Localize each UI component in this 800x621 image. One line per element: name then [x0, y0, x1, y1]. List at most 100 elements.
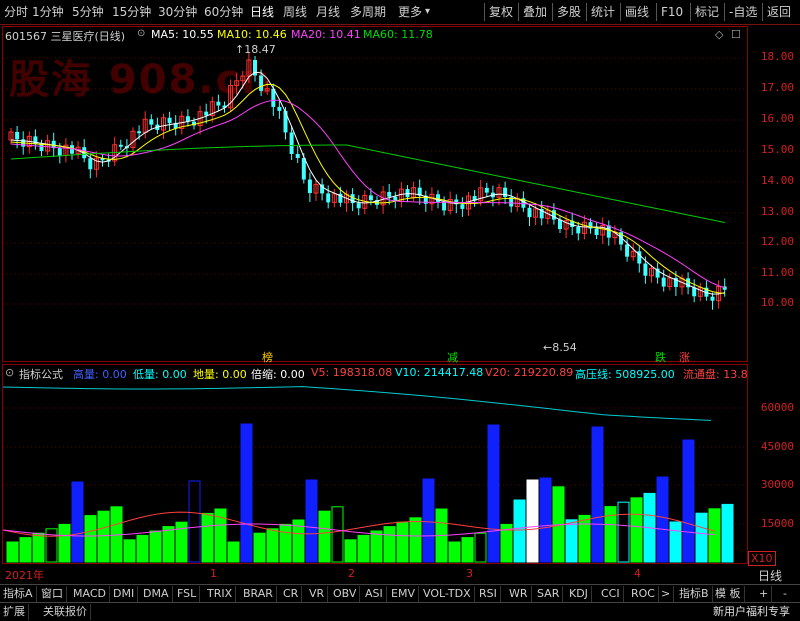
volume-bar: [58, 523, 71, 563]
tab-kdj[interactable]: KDJ: [566, 586, 592, 602]
statistics-button[interactable]: 统计: [586, 3, 615, 21]
candle-body: [387, 191, 392, 197]
candle-body: [326, 193, 331, 203]
diamond-icon[interactable]: ◇: [715, 28, 723, 41]
volume-bar: [318, 510, 331, 563]
tab-sar[interactable]: SAR: [534, 586, 564, 602]
new-user-promo-link[interactable]: 新用户福利专享: [710, 604, 793, 620]
tag-reduce: 减: [447, 351, 458, 364]
tab-dmi[interactable]: DMI: [110, 586, 139, 602]
volume-indicator-chart[interactable]: ⊙ 指标公式 高量: 0.00 低量: 0.00 地量: 0.00 倍缩: 0.…: [2, 364, 748, 564]
candle-body: [88, 158, 93, 170]
tab-30min[interactable]: 30分钟: [158, 3, 197, 21]
tab-cci[interactable]: CCI: [598, 586, 624, 602]
tab-vol-tdx[interactable]: VOL-TDX: [420, 586, 475, 602]
volume-bar: [201, 512, 214, 563]
back-button[interactable]: 返回: [762, 3, 791, 21]
tab-60min[interactable]: 60分钟: [204, 3, 243, 21]
expand-button[interactable]: 扩展: [0, 604, 29, 620]
tab-template[interactable]: 模 板: [712, 586, 745, 602]
tab-brar[interactable]: BRAR: [240, 586, 277, 602]
window-icon[interactable]: ☐: [731, 28, 741, 41]
overlay-button[interactable]: 叠加: [518, 3, 547, 21]
tab-fsl[interactable]: FSL: [174, 586, 201, 602]
tab-5min[interactable]: 5分钟: [72, 3, 104, 21]
tab-window[interactable]: 窗口: [38, 586, 67, 602]
mark-button[interactable]: 标记: [690, 3, 719, 21]
candlestick-canvas: [3, 53, 747, 310]
tab-indicator-a[interactable]: 指标A: [0, 586, 37, 602]
tab-trix[interactable]: TRIX: [204, 586, 237, 602]
price-tick: 18.00: [760, 50, 794, 63]
low-volume-readout: 低量: 0.00: [133, 368, 187, 381]
volume-bar: [227, 541, 240, 563]
tab-asi[interactable]: ASI: [362, 586, 387, 602]
volume-bar: [695, 512, 708, 563]
volume-bar: [669, 521, 682, 563]
tab-macd[interactable]: MACD: [70, 586, 110, 602]
tabs-more-arrow[interactable]: >: [658, 586, 675, 602]
tab-more[interactable]: 更多: [398, 3, 422, 21]
volume-bar: [188, 480, 201, 563]
period-indicator[interactable]: 日线: [758, 567, 782, 584]
candle-body: [167, 117, 172, 124]
tab-multi-period[interactable]: 多周期: [350, 3, 386, 21]
tab-weekly[interactable]: 周线: [283, 3, 307, 21]
tab-dma[interactable]: DMA: [140, 586, 173, 602]
candle-body: [216, 101, 221, 106]
candle-body: [661, 277, 666, 287]
volume-bar: [97, 510, 110, 563]
date-axis: 2021年 1 2 3 4: [2, 566, 748, 582]
settings-icon[interactable]: ⊙: [137, 28, 145, 39]
candle-body: [503, 187, 508, 198]
ma60-line: [10, 144, 725, 223]
add-favorite-button[interactable]: -自选: [724, 3, 757, 21]
volume-bar: [253, 532, 266, 563]
tab-monthly[interactable]: 月线: [316, 3, 340, 21]
candle-body: [15, 132, 20, 140]
volume-tick: 30000: [760, 478, 794, 491]
draw-line-button[interactable]: 画线: [620, 3, 649, 21]
candle-body: [606, 225, 611, 238]
volume-bar: [370, 530, 383, 563]
tab-vr[interactable]: VR: [306, 586, 329, 602]
tab-1min[interactable]: 1分钟: [32, 3, 64, 21]
float-shares-readout: 流通盘: 13.8: [683, 368, 748, 381]
indicator-title[interactable]: 指标公式: [19, 366, 63, 382]
related-quotes-button[interactable]: 关联报价: [40, 604, 91, 620]
footer-bar: 扩展 关联报价 新用户福利专享: [0, 602, 800, 621]
ma10-readout: MA10: 10.46: [217, 28, 287, 41]
high-price-mark: ↑18.47: [235, 43, 276, 56]
candle-body: [137, 131, 142, 134]
tab-intraday[interactable]: 分时: [4, 3, 28, 21]
multi-stock-button[interactable]: 多股: [552, 3, 581, 21]
candlestick-chart[interactable]: 股海 908.cn 601567 三星医疗(日线) ⊙ MA5: 10.55 M…: [2, 26, 748, 364]
tab-15min[interactable]: 15分钟: [112, 3, 151, 21]
candle-body: [57, 148, 62, 156]
tab-rsi[interactable]: RSI: [476, 586, 501, 602]
volume-bar: [474, 532, 487, 563]
volume-bar: [240, 423, 253, 563]
volume-bar: [513, 499, 526, 563]
tab-daily[interactable]: 日线: [250, 3, 274, 21]
tab-emv[interactable]: EMV: [388, 586, 419, 602]
adjust-button[interactable]: 复权: [484, 3, 513, 21]
tab-wr[interactable]: WR: [506, 586, 532, 602]
more-dropdown-icon[interactable]: ▾: [425, 3, 430, 21]
zoom-in-button[interactable]: +: [756, 586, 773, 602]
volume-bar: [19, 537, 32, 563]
pressure-line: [3, 386, 712, 421]
candle-body: [710, 296, 715, 301]
volume-axis: 60000 45000 30000 15000 X10: [748, 364, 800, 566]
price-tick: 15.00: [760, 143, 794, 156]
volume-canvas: [3, 386, 747, 563]
zoom-out-button[interactable]: -: [780, 586, 790, 602]
indicator-settings-icon[interactable]: ⊙: [5, 366, 14, 379]
tab-obv[interactable]: OBV: [330, 586, 361, 602]
f10-button[interactable]: F10: [656, 3, 683, 21]
tab-roc[interactable]: ROC: [628, 586, 659, 602]
volume-bar: [279, 523, 292, 563]
tab-indicator-b[interactable]: 指标B: [676, 586, 713, 602]
candle-body: [356, 203, 361, 209]
tab-cr[interactable]: CR: [280, 586, 303, 602]
